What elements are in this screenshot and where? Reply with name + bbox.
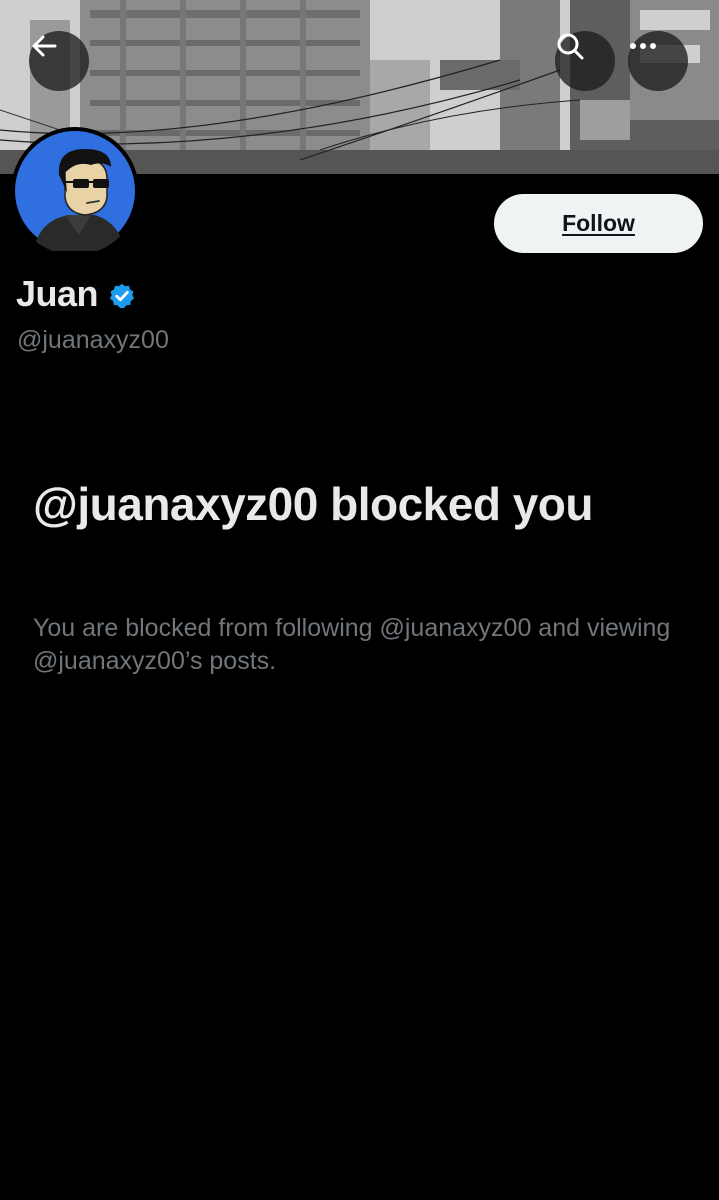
search-button[interactable] [555,31,615,91]
profile-handle: @juanaxyz00 [17,326,169,354]
verified-badge-icon[interactable] [108,282,136,310]
profile-avatar[interactable] [11,127,139,255]
blocked-notice-description: You are blocked from following @juanaxyz… [33,614,671,675]
back-button[interactable] [29,31,89,91]
more-dots-icon [630,43,656,49]
follow-button[interactable]: Follow [494,194,703,253]
display-name: Juan [16,273,99,314]
arrow-left-icon [32,35,57,57]
avatar-illustration [15,131,135,251]
blocked-notice-title: @juanaxyz00 blocked you [33,478,594,530]
profile-name-row: Juan [16,273,136,315]
more-options-button[interactable] [628,31,688,91]
search-icon [557,33,584,60]
